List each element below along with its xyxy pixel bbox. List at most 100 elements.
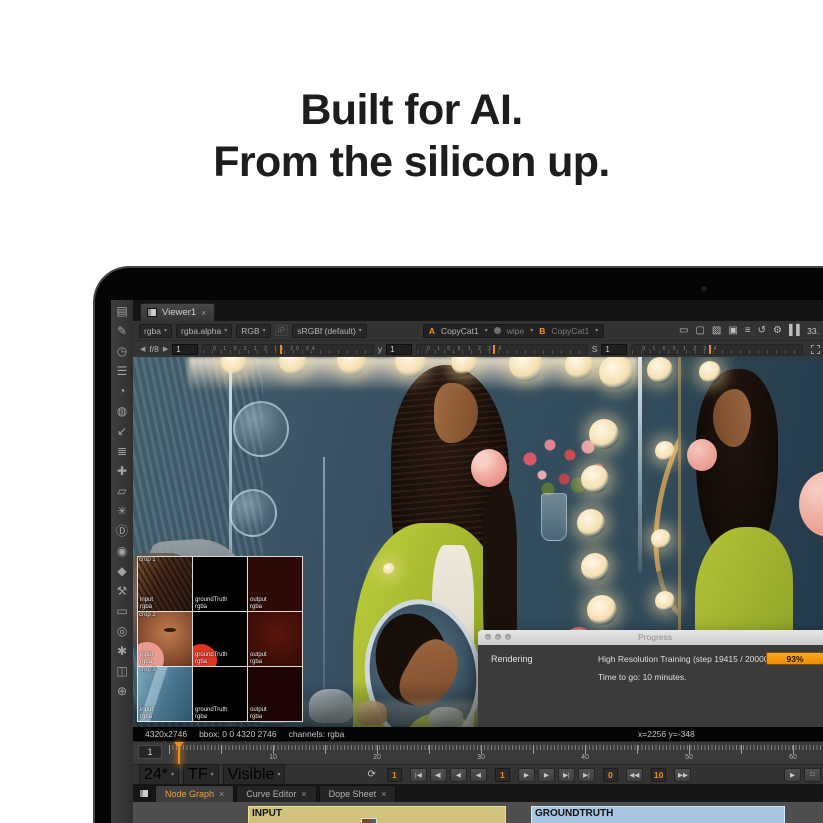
gain-value-field[interactable]: 1 xyxy=(172,344,198,355)
toolsets-node-icon[interactable]: ▭ xyxy=(116,605,127,618)
keyer-node-icon[interactable]: ↙ xyxy=(117,425,127,438)
bubble-gum xyxy=(471,449,507,487)
current-frame-box[interactable]: 1 xyxy=(138,745,162,759)
progress-dialog-titlebar[interactable]: Progress xyxy=(478,630,823,645)
display-monitor-icon[interactable]: ▭ xyxy=(679,326,688,336)
close-icon[interactable]: × xyxy=(301,789,306,799)
flipbook-render-button[interactable]: □ xyxy=(804,768,821,782)
panels-overlay-icon[interactable]: ▣ xyxy=(728,326,737,336)
close-icon[interactable]: × xyxy=(201,308,206,318)
next-arrow-icon[interactable]: ▶ xyxy=(163,345,168,353)
step-forward-increment-button[interactable]: ▶▶ xyxy=(674,768,691,782)
current-frame-field[interactable]: 1 xyxy=(495,768,510,782)
input-node-thumbnail[interactable] xyxy=(361,818,377,823)
threed-node-icon[interactable]: ▱ xyxy=(117,485,126,498)
gamma-value-field[interactable]: 1 xyxy=(386,344,412,355)
input-process-toggle[interactable]: IP xyxy=(275,325,289,336)
prev-arrow-icon[interactable]: ◀ xyxy=(140,345,145,353)
proxy-stripes-icon[interactable]: ▨ xyxy=(712,326,721,336)
deep-node-icon[interactable]: Ⓓ xyxy=(116,525,128,538)
dock-tab-label: Node Graph xyxy=(165,789,214,799)
prev-keyframe-button[interactable]: ◀| xyxy=(430,768,447,782)
flipbook-play-button[interactable]: ▶ xyxy=(784,768,801,782)
wipe-center-icon[interactable] xyxy=(494,327,501,334)
pause-icon[interactable]: ▌▌ xyxy=(789,326,803,336)
roi-gear-icon[interactable]: ⚙ xyxy=(773,326,782,336)
minimize-window-icon[interactable] xyxy=(495,634,501,640)
image-node-icon[interactable]: ▤ xyxy=(116,305,127,318)
step-forward-button[interactable]: ▶ xyxy=(538,768,555,782)
tag-node-icon[interactable]: ◆ xyxy=(117,565,126,578)
channel-node-icon[interactable]: ☰ xyxy=(117,365,128,378)
playhead[interactable] xyxy=(178,742,180,764)
render-node-icon[interactable]: ◎ xyxy=(117,625,127,638)
fps-dropdown[interactable]: 24*▾ xyxy=(139,764,179,786)
node-graph-panel[interactable]: INPUT GROUNDTRUTH xyxy=(133,802,823,823)
input-backdrop-node[interactable]: INPUT xyxy=(248,806,506,823)
a-node-dropdown[interactable]: CopyCat1 xyxy=(441,326,479,336)
tab-dope-sheet[interactable]: Dope Sheet× xyxy=(319,785,397,802)
effects-node-icon[interactable]: ✱ xyxy=(117,645,127,658)
wipe-mode-dropdown[interactable]: wipe xyxy=(507,326,524,336)
time-node-icon[interactable]: ◷ xyxy=(117,345,127,358)
loop-mode-icon[interactable]: ⟳ xyxy=(367,769,375,780)
transport-controls: ⟳ 1|◀◀|◀◀1▶▶▶|▶|0◀◀10▶▶ xyxy=(367,768,691,782)
channels-info: channels: rgba xyxy=(289,729,345,739)
webcam-icon xyxy=(702,287,706,291)
settings-node-icon[interactable]: ⊕ xyxy=(117,685,127,698)
viewer-tabbar: Viewer1 × xyxy=(133,300,823,321)
refresh-icon[interactable]: ↺ xyxy=(758,326,766,336)
gain-label: f/8 xyxy=(149,344,158,354)
step-back-button[interactable]: ◀ xyxy=(450,768,467,782)
timeline-range-dropdown[interactable]: TF▾ xyxy=(183,764,219,786)
region-of-interest-icon[interactable] xyxy=(811,345,820,354)
ruler-major-ticks xyxy=(169,745,823,754)
particles-node-icon[interactable]: ✳ xyxy=(117,505,127,518)
next-keyframe-button[interactable]: ▶| xyxy=(558,768,575,782)
play-forward-button[interactable]: ▶ xyxy=(518,768,535,782)
close-icon[interactable]: × xyxy=(381,789,386,799)
filter-node-icon[interactable]: ◍ xyxy=(117,405,127,418)
dock-tab-label: Curve Editor xyxy=(246,789,296,799)
close-window-icon[interactable] xyxy=(485,634,491,640)
chevron-down-icon: ▾ xyxy=(530,327,533,334)
zoom-window-icon[interactable] xyxy=(505,634,511,640)
timeline-ruler[interactable]: 1 102030405060 xyxy=(133,741,823,764)
views-node-icon[interactable]: ◉ xyxy=(117,545,127,558)
color-node-icon[interactable]: ◔ xyxy=(118,385,125,398)
colorspace-dropdown[interactable]: sRGBf (default)▾ xyxy=(292,324,367,338)
frame-increment-field[interactable]: 10 xyxy=(651,768,666,782)
chevron-down-icon: ▾ xyxy=(595,327,598,334)
saturation-value-field[interactable]: 1 xyxy=(601,344,627,355)
gamma-slider[interactable]: 0.1 0.5 1 2 3 4 xyxy=(416,344,588,355)
tab-node-graph[interactable]: Node Graph × xyxy=(155,785,234,802)
saturation-slider[interactable]: 0.1 0.5 1 2 3 4 xyxy=(631,344,803,355)
display-mode-dropdown[interactable]: RGB▾ xyxy=(236,324,270,338)
groundtruth-backdrop-node[interactable]: GROUNDTRUTH xyxy=(531,806,785,823)
headline-line2: From the silicon up. xyxy=(0,136,823,188)
in-frame-field[interactable]: 1 xyxy=(387,768,402,782)
goto-end-button[interactable]: ▶| xyxy=(578,768,595,782)
info-list-icon[interactable]: ≡ xyxy=(745,326,751,336)
tab-curve-editor[interactable]: Curve Editor × xyxy=(236,785,316,802)
channels-dropdown[interactable]: rgba▾ xyxy=(139,324,172,338)
out-frame-field[interactable]: 0 xyxy=(603,768,618,782)
close-icon[interactable]: × xyxy=(219,789,224,799)
container-node-icon[interactable]: ◫ xyxy=(116,665,127,678)
metadata-node-icon[interactable]: ⚒ xyxy=(117,585,128,598)
draw-node-icon[interactable]: ✎ xyxy=(117,325,127,338)
gain-slider[interactable]: 0.1 0.2 1 2 10 20 64 xyxy=(202,344,374,355)
goto-start-button[interactable]: |◀ xyxy=(410,768,427,782)
b-node-dropdown[interactable]: CopyCat1 xyxy=(551,326,589,336)
visibility-dropdown[interactable]: Visible▾ xyxy=(223,764,286,786)
macbook-laptop: ▤ ✎ ◷ ☰ ◔ ◍ ↙ ≣ ✚ ▱ ✳ Ⓓ ◉ ◆ ⚒ ▭ ◎ ✱ ◫ ⊕ Viewer1 × rgba▾ rgb… xyxy=(93,266,823,823)
mirror-frame-right xyxy=(638,357,642,572)
layer-dropdown[interactable]: rgba.alpha▾ xyxy=(176,324,232,338)
merge-node-icon[interactable]: ≣ xyxy=(117,445,127,458)
transform-node-icon[interactable]: ✚ xyxy=(117,465,127,478)
tab-viewer1[interactable]: Viewer1 × xyxy=(140,303,215,321)
step-back-increment-button[interactable]: ◀◀ xyxy=(626,768,643,782)
display-rect-icon[interactable]: ▢ xyxy=(695,326,704,336)
viewer-canvas[interactable]: crop 1inputrgbagroundTruthrgbaoutputrgba… xyxy=(133,357,823,727)
play-backward-button[interactable]: ◀ xyxy=(470,768,487,782)
